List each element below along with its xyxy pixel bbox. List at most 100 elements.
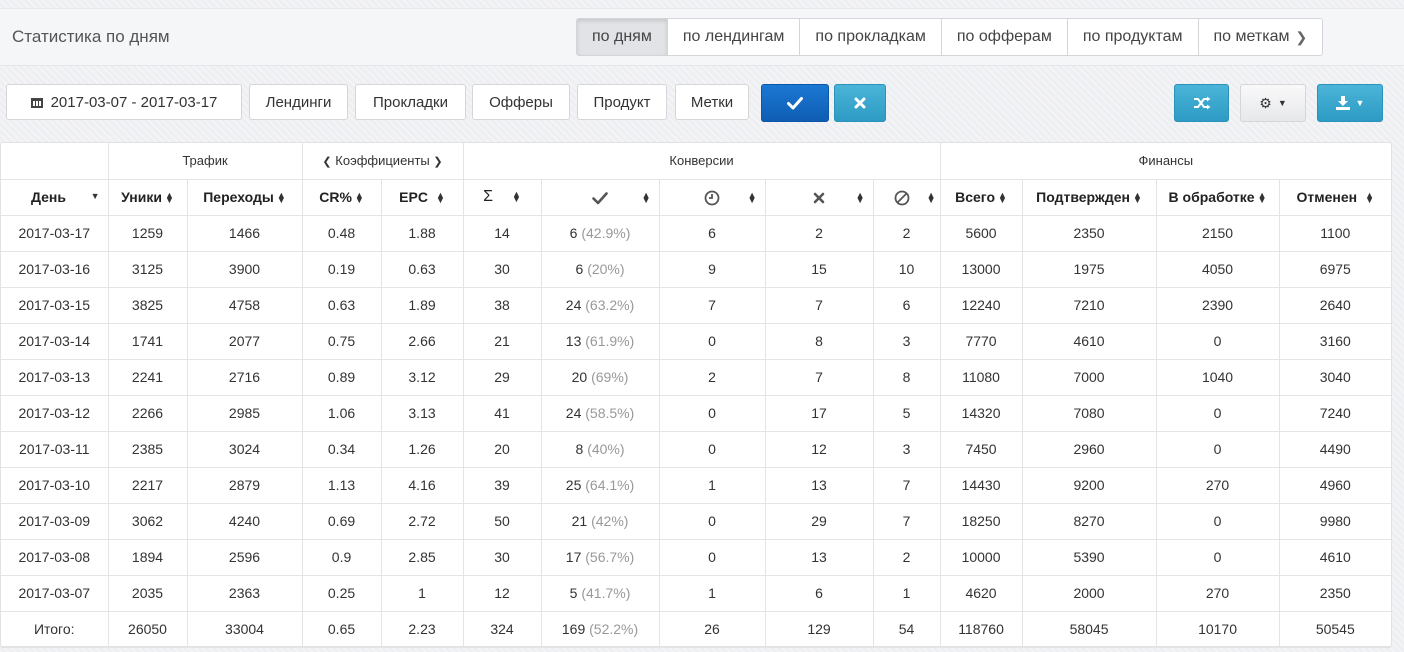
cell-approved-pct: (40%) bbox=[587, 441, 625, 457]
cell-epc: 3.13 bbox=[380, 394, 464, 432]
filter-landings-button[interactable]: Лендинги bbox=[249, 84, 348, 120]
cell-approved: 6 (20%) bbox=[540, 250, 660, 288]
cell-approved-count: 21 bbox=[571, 513, 588, 529]
group-conversions: Конверсии bbox=[462, 143, 941, 180]
col-confirmed[interactable]: Подтвержден ▲ ▼ bbox=[1021, 178, 1157, 216]
filter-product-button[interactable]: Продукт bbox=[577, 84, 667, 120]
column-header-row: День ▼ Уники ▲ ▼ Переходы ▲ ▼ CR% ▲ ▼ EPC ▲ ▼ Σ … bbox=[1, 178, 1392, 216]
col-sum[interactable]: Σ ▲ ▼ bbox=[462, 178, 542, 216]
col-total[interactable]: Всего ▲ ▼ bbox=[939, 178, 1023, 216]
cell-approved: 24 (63.2%) bbox=[540, 286, 660, 324]
cell-rejected: 8 bbox=[764, 322, 874, 360]
col-clicks[interactable]: Переходы ▲ ▼ bbox=[186, 178, 303, 216]
col-canceled-label: Отменен bbox=[1296, 189, 1358, 205]
caret-down-icon: ▼ bbox=[1355, 98, 1365, 108]
stats-table-container: Трафик ❮ Коэффициенты ❯ Конверсии Финанс… bbox=[0, 142, 1392, 648]
settings-dropdown-button[interactable]: ⚙ ▼ bbox=[1240, 84, 1306, 122]
group-coefficients[interactable]: ❮ Коэффициенты ❯ bbox=[301, 143, 464, 180]
cell-confirmed: 4610 bbox=[1021, 322, 1157, 360]
tab-by-days[interactable]: по дням bbox=[577, 19, 668, 55]
check-icon bbox=[592, 192, 608, 205]
cell-clicks: 2596 bbox=[186, 538, 303, 576]
cell-trash: 2 bbox=[872, 538, 941, 576]
cell-hold: 26 bbox=[658, 610, 766, 648]
cell-rejected: 13 bbox=[764, 466, 874, 504]
tab-by-prelandings[interactable]: по прокладкам bbox=[800, 19, 942, 55]
cell-confirmed: 7210 bbox=[1021, 286, 1157, 324]
cell-clicks: 2879 bbox=[186, 466, 303, 504]
cell-hold: 0 bbox=[658, 502, 766, 540]
col-day[interactable]: День ▼ bbox=[1, 178, 109, 216]
chevron-right-icon: ❯ bbox=[433, 156, 443, 169]
cell-trash: 3 bbox=[872, 322, 941, 360]
col-rejected[interactable]: ▲ ▼ bbox=[764, 178, 874, 216]
col-trash[interactable]: ▲ ▼ bbox=[872, 178, 941, 216]
cell-confirmed: 1975 bbox=[1021, 250, 1157, 288]
apply-button[interactable] bbox=[761, 84, 829, 122]
cell-cr: 1.06 bbox=[301, 394, 382, 432]
cell-processing: 2390 bbox=[1155, 286, 1280, 324]
sigma-icon: Σ bbox=[483, 188, 494, 205]
cell-hold: 0 bbox=[658, 538, 766, 576]
tab-by-landings[interactable]: по лендингам bbox=[667, 19, 801, 55]
cell-total: 12240 bbox=[939, 286, 1023, 324]
filter-tags-button[interactable]: Метки bbox=[675, 84, 749, 120]
cell-processing: 4050 bbox=[1155, 250, 1280, 288]
cell-clicks: 3024 bbox=[186, 430, 303, 468]
shuffle-button[interactable] bbox=[1174, 84, 1229, 122]
cell-rejected: 7 bbox=[764, 358, 874, 396]
cell-clicks: 4240 bbox=[186, 502, 303, 540]
cell-canceled: 50545 bbox=[1278, 610, 1392, 648]
cell-approved-pct: (69%) bbox=[591, 369, 629, 385]
table-row: 2017-03-13 2241 2716 0.89 3.12 29 20 (69… bbox=[1, 358, 1392, 396]
chevron-right-icon: ❯ bbox=[1295, 28, 1308, 45]
cell-canceled: 4490 bbox=[1278, 430, 1392, 468]
cell-sum: 29 bbox=[462, 358, 542, 396]
sort-icon: ▲ ▼ bbox=[511, 189, 521, 205]
reset-button[interactable] bbox=[834, 84, 886, 122]
cell-total: 7770 bbox=[939, 322, 1023, 360]
download-dropdown-button[interactable]: ▼ bbox=[1317, 84, 1383, 122]
col-canceled[interactable]: Отменен ▲ ▼ bbox=[1278, 178, 1392, 216]
tab-by-products[interactable]: по продуктам bbox=[1067, 19, 1199, 55]
filter-prelandings-button[interactable]: Прокладки bbox=[355, 84, 466, 120]
cell-trash: 7 bbox=[872, 466, 941, 504]
clock-icon bbox=[704, 190, 720, 206]
col-processing[interactable]: В обработке ▲ ▼ bbox=[1155, 178, 1280, 216]
cell-approved-pct: (56.7%) bbox=[585, 549, 635, 565]
cell-epc: 2.72 bbox=[380, 502, 464, 540]
tab-by-offers[interactable]: по офферам bbox=[941, 19, 1068, 55]
tab-by-tags[interactable]: по меткам ❯ bbox=[1198, 19, 1323, 55]
cell-sum: 30 bbox=[462, 538, 542, 576]
filter-offers-button[interactable]: Офферы bbox=[472, 84, 570, 120]
cell-approved-pct: (64.1%) bbox=[585, 477, 635, 493]
col-cr[interactable]: CR% ▲ ▼ bbox=[301, 178, 382, 216]
cell-approved-count: 17 bbox=[565, 549, 582, 565]
cell-confirmed: 2000 bbox=[1021, 574, 1157, 612]
cell-trash: 6 bbox=[872, 286, 941, 324]
col-uniques[interactable]: Уники ▲ ▼ bbox=[107, 178, 188, 216]
cell-approved-count: 169 bbox=[561, 621, 586, 637]
page-header: Статистика по дням по дням по лендингам … bbox=[0, 8, 1404, 66]
cell-rejected: 7 bbox=[764, 286, 874, 324]
sort-icon: ▲ ▼ bbox=[435, 190, 445, 206]
col-hold[interactable]: ▲ ▼ bbox=[658, 178, 766, 216]
sort-icon: ▲ ▼ bbox=[641, 189, 651, 205]
download-icon bbox=[1335, 96, 1350, 110]
cell-processing: 270 bbox=[1155, 574, 1280, 612]
col-epc[interactable]: EPC ▲ ▼ bbox=[380, 178, 464, 216]
cell-hold: 9 bbox=[658, 250, 766, 288]
cell-approved-count: 13 bbox=[565, 333, 582, 349]
cell-rejected: 6 bbox=[764, 574, 874, 612]
col-approved[interactable]: ▲ ▼ bbox=[540, 178, 660, 216]
cell-total: 11080 bbox=[939, 358, 1023, 396]
cell-confirmed: 8270 bbox=[1021, 502, 1157, 540]
cell-canceled: 2640 bbox=[1278, 286, 1392, 324]
cell-approved: 20 (69%) bbox=[540, 358, 660, 396]
cell-canceled: 3040 bbox=[1278, 358, 1392, 396]
date-range-button[interactable]: 2017-03-07 - 2017-03-17 bbox=[6, 84, 242, 120]
totals-row: Итого: 26050 33004 0.65 2.23 324 169 (52… bbox=[1, 610, 1392, 648]
check-icon bbox=[787, 97, 803, 110]
group-traffic: Трафик bbox=[107, 143, 303, 180]
cell-approved-pct: (63.2%) bbox=[585, 297, 635, 313]
